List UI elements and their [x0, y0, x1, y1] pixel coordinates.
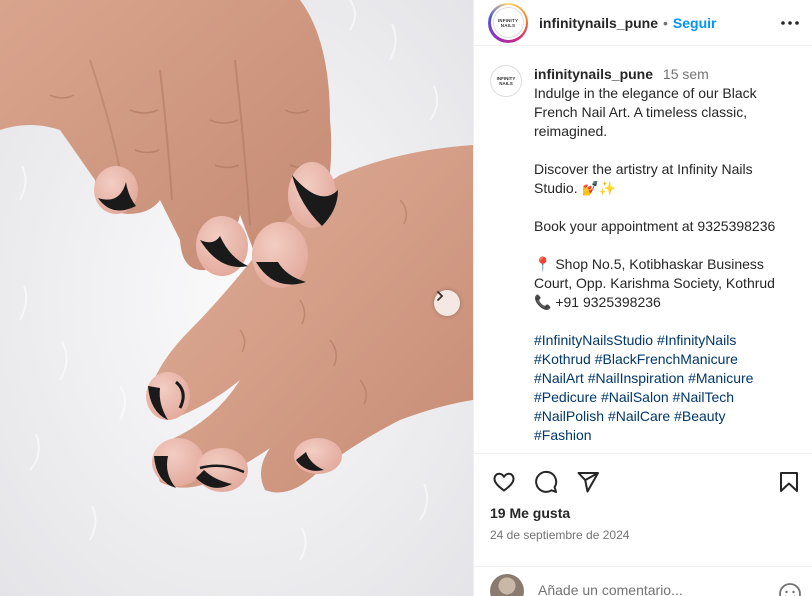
- post-header: INFINITY NAILS infinitynails_pune • Segu…: [474, 0, 812, 46]
- hashtag-link[interactable]: #NailArt: [534, 370, 584, 386]
- caption-line: Discover the artistry at Infinity Nails: [534, 161, 753, 177]
- emoji-button[interactable]: [777, 581, 803, 596]
- caption-line: Book your appointment at 9325398236: [534, 218, 776, 234]
- more-options-icon: [781, 21, 799, 25]
- share-button[interactable]: [574, 468, 602, 496]
- comment-input[interactable]: [538, 582, 768, 596]
- chevron-right-icon: [437, 291, 444, 301]
- hashtag-link[interactable]: #NailInspiration: [588, 370, 685, 386]
- caption-line: 📞 +91 9325398236: [534, 294, 661, 310]
- comment-icon: [535, 470, 558, 493]
- hashtag-link[interactable]: #NailSalon: [601, 389, 669, 405]
- hashtag-list: #InfinityNailsStudio #InfinityNails #Kot…: [534, 331, 797, 445]
- hashtag-link[interactable]: #Fashion: [534, 427, 592, 443]
- bookmark-icon: [780, 472, 798, 492]
- post-photo[interactable]: [0, 0, 473, 596]
- separator-dot: •: [663, 14, 668, 31]
- caption: INFINITY NAILS infinitynails_pune 15 sem…: [490, 65, 797, 445]
- hashtag-link[interactable]: #NailTech: [673, 389, 734, 405]
- hashtag-link[interactable]: #Manicure: [688, 370, 753, 386]
- caption-time[interactable]: 15 sem: [663, 66, 709, 82]
- caption-text: infinitynails_pune 15 sem Indulge in the…: [534, 65, 797, 445]
- caption-avatar[interactable]: INFINITY NAILS: [490, 65, 522, 97]
- caption-line: 📍 Shop No.5, Kotibhaskar Business: [534, 256, 764, 272]
- comment-bar: [474, 566, 812, 596]
- caption-line: reimagined.: [534, 123, 608, 139]
- emoji-icon: [779, 583, 801, 596]
- comment-button[interactable]: [532, 468, 560, 496]
- post-date[interactable]: 24 de septiembre de 2024: [490, 528, 629, 542]
- actions-section: 19 Me gusta 24 de septiembre de 2024: [474, 453, 812, 596]
- caption-line: Studio. 💅✨: [534, 180, 617, 196]
- hashtag-link[interactable]: #BlackFrenchManicure: [595, 351, 738, 367]
- save-button[interactable]: [775, 468, 803, 496]
- like-button[interactable]: [490, 468, 518, 496]
- hashtag-link[interactable]: #InfinityNailsStudio: [534, 332, 653, 348]
- caption-line: French Nail Art. A timeless classic,: [534, 104, 748, 120]
- profile-avatar[interactable]: INFINITY NAILS: [488, 2, 528, 43]
- hands-nail-art-image: [0, 0, 473, 596]
- next-photo-button[interactable]: [434, 290, 460, 316]
- action-icons: [490, 468, 801, 496]
- brand-logo: INFINITY NAILS: [492, 7, 524, 38]
- more-options-button[interactable]: [778, 13, 802, 33]
- caption-line: Court, Opp. Karishma Society, Kothrud: [534, 275, 775, 291]
- hashtag-link[interactable]: #Beauty: [674, 408, 725, 424]
- post-details-panel: INFINITY NAILS infinitynails_pune • Segu…: [473, 0, 812, 596]
- heart-icon: [493, 472, 515, 492]
- hashtag-link[interactable]: #NailCare: [608, 408, 670, 424]
- caption-section: INFINITY NAILS infinitynails_pune 15 sem…: [474, 47, 812, 453]
- hashtag-link[interactable]: #Kothrud: [534, 351, 591, 367]
- current-user-avatar: [490, 574, 524, 596]
- share-icon: [577, 472, 599, 493]
- hashtag-link[interactable]: #Pedicure: [534, 389, 597, 405]
- hashtag-link[interactable]: #InfinityNails: [657, 332, 736, 348]
- caption-line: Indulge in the elegance of our Black: [534, 85, 757, 101]
- follow-button[interactable]: Seguir: [673, 15, 717, 31]
- header-username[interactable]: infinitynails_pune: [539, 15, 658, 31]
- caption-username[interactable]: infinitynails_pune: [534, 66, 653, 82]
- hashtag-link[interactable]: #NailPolish: [534, 408, 604, 424]
- likes-count[interactable]: 19 Me gusta: [490, 505, 570, 521]
